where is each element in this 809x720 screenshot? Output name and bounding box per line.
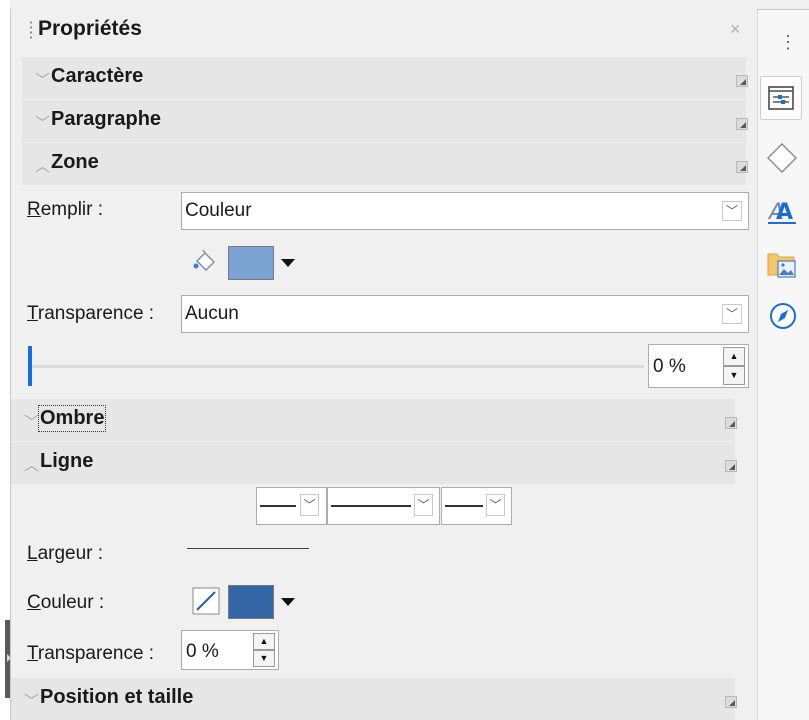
more-options-icon[interactable] (736, 75, 748, 87)
title-bar: Propriétés × (11, 10, 757, 46)
fill-type-value: Couleur (185, 200, 252, 221)
more-options-icon[interactable] (725, 460, 737, 472)
properties-deck: Propriétés × ﹀ Caractère ﹀ Paragraphe ︿ … (11, 0, 757, 710)
transparency-percent-value: 0 % (653, 356, 686, 377)
navigator-icon (770, 303, 796, 329)
more-options-icon[interactable] (725, 696, 737, 708)
section-caractere[interactable]: ﹀ Caractère (22, 57, 748, 99)
tab-navigator[interactable] (760, 296, 802, 340)
line-width-preview (331, 505, 411, 507)
transparency-mode-select[interactable]: Aucun ﹀ (181, 295, 749, 333)
line-transparency-field[interactable]: 0 % ▲ ▼ (181, 630, 279, 670)
section-title: Position et taille (40, 686, 194, 708)
spin-down-icon[interactable]: ▼ (253, 650, 275, 667)
styles-icon: A A (767, 200, 796, 225)
transparency-slider-track[interactable] (30, 365, 644, 368)
chevron-down-icon[interactable]: ﹀ (414, 494, 433, 516)
shapes-icon (767, 143, 797, 173)
chevron-down-icon: ﹀ (24, 693, 40, 710)
more-options-icon[interactable] (736, 118, 748, 130)
panel-title: Propriétés (38, 17, 142, 40)
tab-shapes[interactable] (760, 140, 802, 184)
section-title: Zone (51, 151, 99, 173)
transparency-slider-thumb[interactable] (28, 346, 32, 386)
line-color-swatch[interactable] (228, 585, 274, 619)
line-style-preview (260, 505, 296, 507)
chevron-down-icon: ﹀ (35, 115, 51, 132)
chevron-down-icon[interactable]: ﹀ (722, 304, 742, 324)
properties-icon (768, 86, 794, 110)
section-ombre[interactable]: ﹀ Ombre (11, 399, 737, 441)
chevron-up-icon: ︿ (35, 158, 51, 175)
chevron-down-icon: ﹀ (24, 414, 40, 431)
close-icon[interactable]: × (730, 19, 741, 40)
left-edge (0, 0, 10, 720)
sidebar-menu-icon[interactable]: ⋮ (779, 32, 797, 53)
svg-text:A: A (776, 200, 793, 225)
line-width-preview-line[interactable] (187, 548, 309, 549)
line-color-label: Couleur : (27, 592, 105, 613)
line-transparency-label: Transparence : (27, 643, 155, 664)
section-title: Paragraphe (51, 108, 162, 130)
spin-up-icon[interactable]: ▲ (723, 347, 745, 366)
section-ligne[interactable]: ︿ Ligne (11, 442, 737, 484)
line-color-dropdown-icon[interactable] (281, 598, 295, 606)
line-arrow-preview (445, 505, 483, 507)
line-style-select[interactable]: ﹀ (256, 487, 327, 525)
paint-bucket-icon[interactable] (191, 247, 221, 277)
fill-type-select[interactable]: Couleur ﹀ (181, 192, 749, 230)
gallery-icon (767, 253, 796, 278)
tab-properties[interactable] (760, 76, 802, 120)
chevron-down-icon[interactable]: ﹀ (300, 494, 319, 516)
fill-label: Remplir : (27, 199, 104, 220)
section-title: Caractère (51, 65, 144, 87)
tab-gallery[interactable] (760, 242, 802, 286)
section-paragraphe[interactable]: ﹀ Paragraphe (22, 100, 748, 142)
section-title: Ligne (40, 450, 94, 472)
sidebar-tab-bar: ⋮ A A (757, 10, 809, 720)
transparency-percent-field[interactable]: 0 % ▲ ▼ (648, 344, 749, 388)
section-title: Ombre (37, 405, 107, 432)
line-color-icon[interactable] (190, 585, 222, 617)
line-width-select[interactable]: ﹀ (327, 487, 440, 525)
tab-styles[interactable]: A A (760, 190, 802, 234)
spin-up-icon[interactable]: ▲ (253, 633, 275, 650)
grip-handle-icon[interactable] (29, 20, 33, 40)
more-options-icon[interactable] (736, 161, 748, 173)
fill-color-dropdown-icon[interactable] (281, 259, 295, 267)
chevron-up-icon: ︿ (24, 457, 40, 474)
section-position-taille[interactable]: ﹀ Position et taille (11, 678, 737, 720)
transparency-label: Transparence : (27, 303, 155, 324)
chevron-down-icon[interactable]: ﹀ (486, 494, 505, 516)
transparency-mode-value: Aucun (185, 303, 239, 324)
chevron-down-icon[interactable]: ﹀ (722, 201, 742, 221)
line-width-label: Largeur : (27, 543, 104, 564)
fill-color-swatch[interactable] (228, 246, 274, 280)
spin-down-icon[interactable]: ▼ (723, 366, 745, 385)
line-transparency-value: 0 % (186, 641, 219, 662)
line-arrow-select[interactable]: ﹀ (441, 487, 512, 525)
section-zone[interactable]: ︿ Zone (22, 143, 748, 185)
more-options-icon[interactable] (725, 417, 737, 429)
chevron-down-icon: ﹀ (35, 72, 51, 89)
